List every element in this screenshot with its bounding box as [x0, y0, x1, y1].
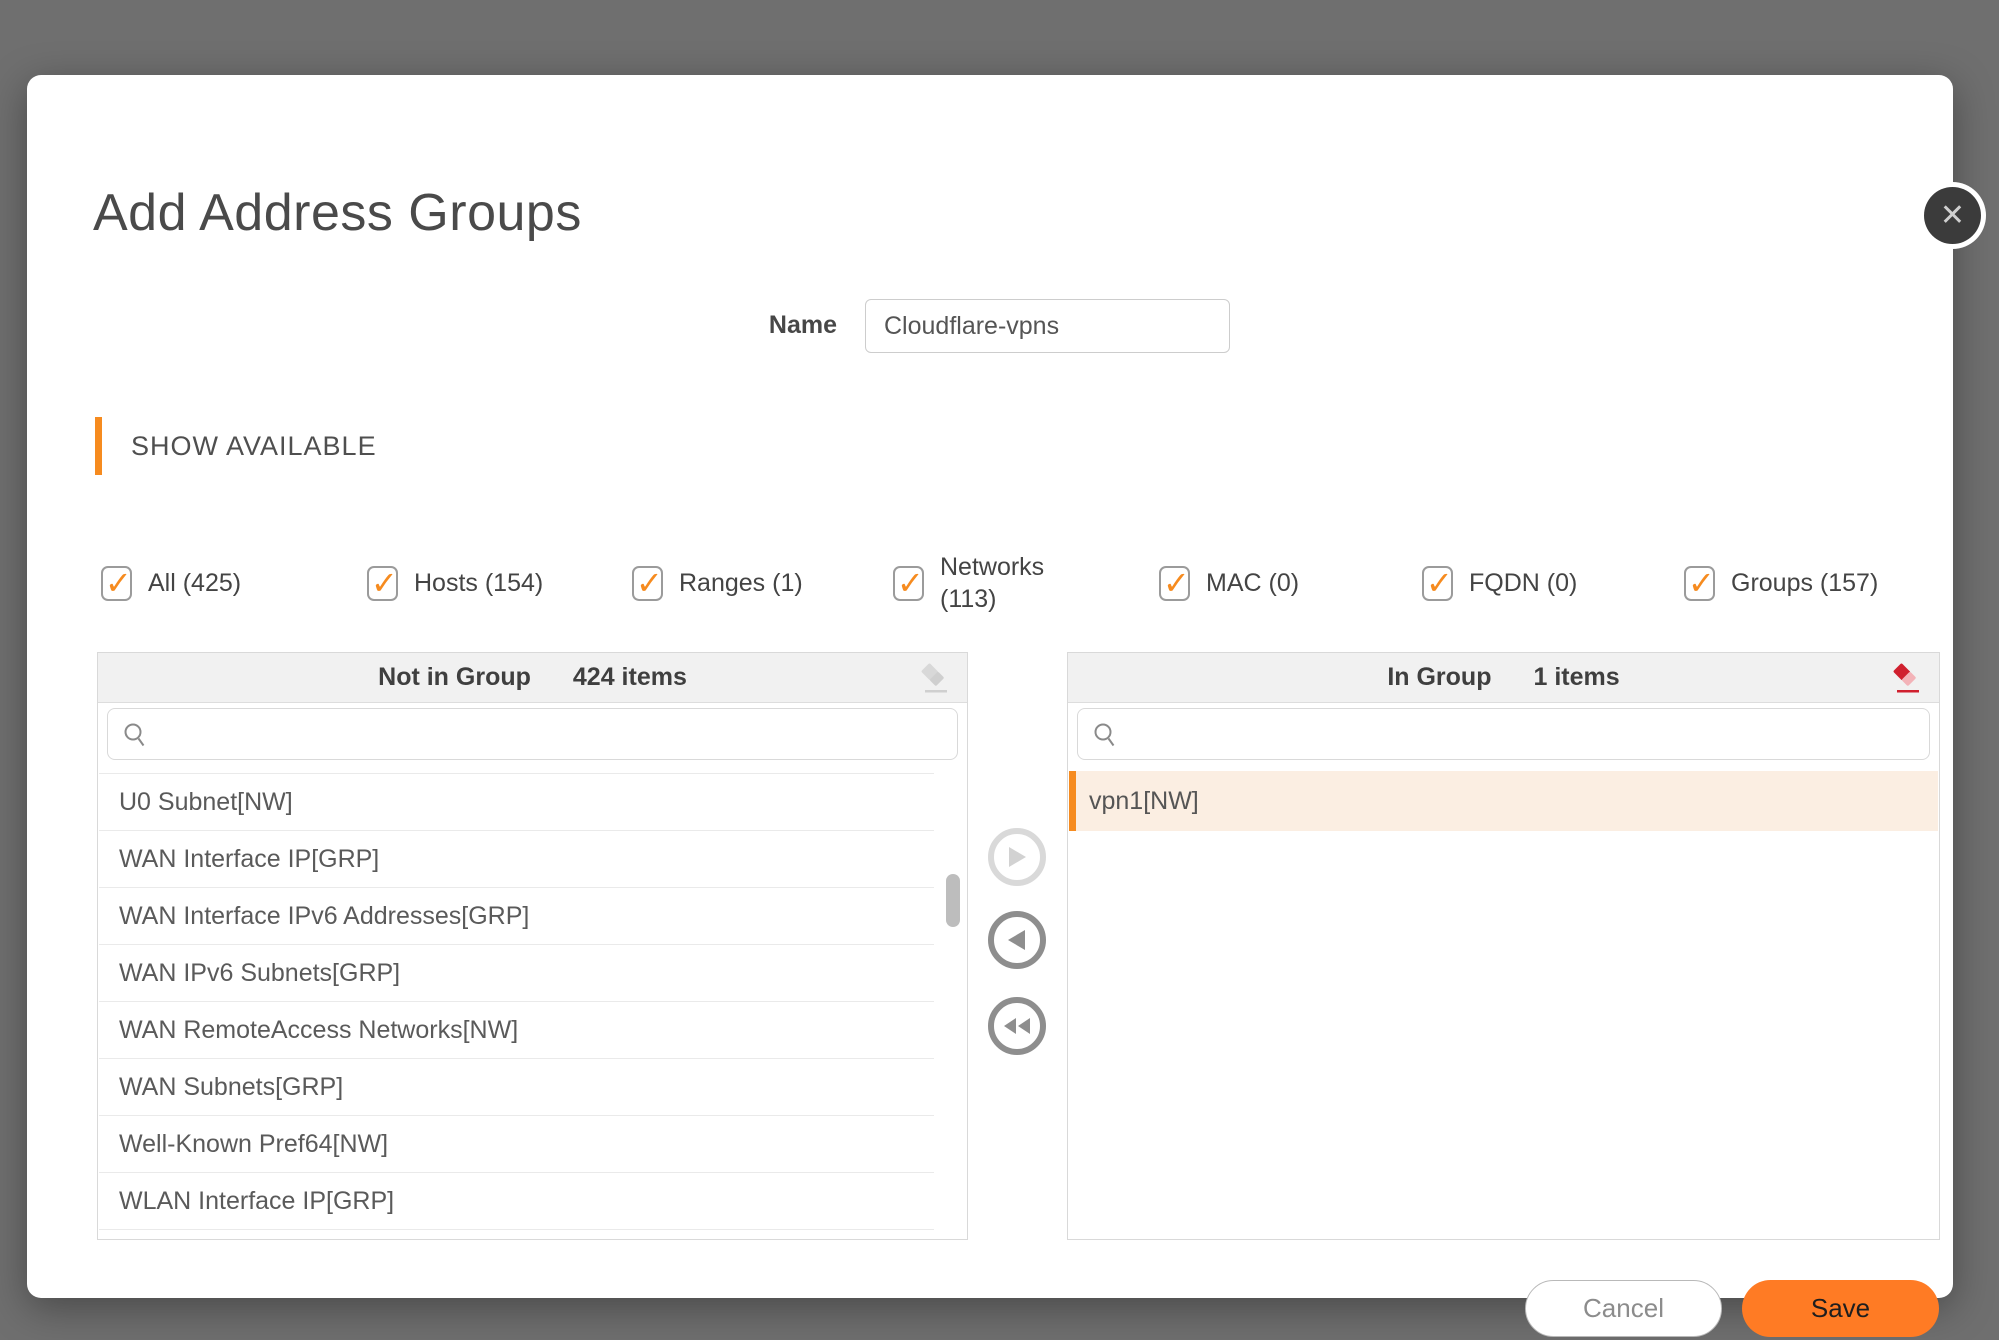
checkbox-checked-icon[interactable]: ✓: [632, 566, 663, 601]
filter-checkbox-ranges[interactable]: ✓ Ranges (1): [632, 543, 803, 623]
name-label: Name: [667, 311, 837, 340]
filter-label: FQDN (0): [1469, 567, 1577, 600]
checkbox-checked-icon[interactable]: ✓: [367, 566, 398, 601]
checkbox-checked-icon[interactable]: ✓: [1422, 566, 1453, 601]
section-title: SHOW AVAILABLE: [131, 431, 377, 462]
list-item[interactable]: WAN Subnets[GRP]: [99, 1059, 934, 1116]
list-item[interactable]: U0 Subnet[NW]: [99, 774, 934, 831]
filter-checkbox-mac[interactable]: ✓ MAC (0): [1159, 543, 1299, 623]
list-item[interactable]: WAN IPv6 Subnets[GRP]: [99, 945, 934, 1002]
not-in-group-list: U0 Subnet[NW] WAN Interface IP[GRP] WAN …: [99, 773, 934, 1230]
group-name-input[interactable]: [865, 299, 1230, 353]
item-count: 424 items: [573, 663, 687, 692]
filter-checkbox-all[interactable]: ✓ All (425): [101, 543, 241, 623]
checkbox-checked-icon[interactable]: ✓: [893, 566, 924, 601]
cancel-button[interactable]: Cancel: [1525, 1280, 1722, 1337]
filter-label: Hosts (154): [414, 567, 543, 600]
list-item[interactable]: WAN Interface IPv6 Addresses[GRP]: [99, 888, 934, 945]
move-to-group-button[interactable]: [988, 828, 1046, 886]
clear-group-eraser-icon[interactable]: [1889, 661, 1923, 697]
filter-label: MAC (0): [1206, 567, 1299, 600]
not-in-group-header: Not in Group 424 items: [98, 653, 967, 703]
dialog-title: Add Address Groups: [93, 183, 582, 243]
checkbox-checked-icon[interactable]: ✓: [1684, 566, 1715, 601]
checkbox-checked-icon[interactable]: ✓: [1159, 566, 1190, 601]
search-icon: [122, 721, 149, 748]
checkbox-checked-icon[interactable]: ✓: [101, 566, 132, 601]
search-icon: [1092, 721, 1119, 748]
filter-label: Networks (113): [940, 551, 1060, 616]
in-group-list: vpn1[NW]: [1069, 771, 1938, 831]
filter-label: Groups (157): [1731, 567, 1878, 600]
in-group-header: In Group 1 items: [1068, 653, 1939, 703]
modal-overlay: ✕ Add Address Groups Name SHOW AVAILABLE…: [0, 0, 1999, 1340]
list-item[interactable]: WLAN Interface IP[GRP]: [99, 1173, 934, 1230]
filter-checkbox-groups[interactable]: ✓ Groups (157): [1684, 543, 1878, 623]
filter-checkbox-fqdn[interactable]: ✓ FQDN (0): [1422, 543, 1577, 623]
close-button[interactable]: ✕: [1924, 187, 1981, 244]
list-scrollbar[interactable]: [946, 874, 960, 927]
remove-from-group-button[interactable]: [988, 911, 1046, 969]
close-icon: ✕: [1940, 201, 1965, 231]
not-in-group-panel: Not in Group 424 items: [97, 652, 968, 1240]
filter-label: All (425): [148, 567, 241, 600]
arrow-right-icon: [1007, 846, 1027, 868]
save-button[interactable]: Save: [1742, 1280, 1939, 1337]
double-arrow-left-icon: [1002, 1016, 1032, 1036]
filter-label: Ranges (1): [679, 567, 803, 600]
show-available-section: SHOW AVAILABLE: [95, 417, 377, 475]
panel-title: Not in Group: [378, 663, 531, 692]
in-group-panel: In Group 1 items: [1067, 652, 1940, 1240]
in-group-search: [1077, 708, 1930, 760]
section-accent-bar: [95, 417, 102, 475]
list-item[interactable]: WAN RemoteAccess Networks[NW]: [99, 1002, 934, 1059]
arrow-left-icon: [1007, 929, 1027, 951]
item-count: 1 items: [1533, 663, 1619, 692]
search-input[interactable]: [1129, 709, 1929, 759]
selected-list-item[interactable]: vpn1[NW]: [1069, 771, 1938, 831]
add-address-groups-dialog: ✕ Add Address Groups Name SHOW AVAILABLE…: [27, 75, 1953, 1298]
search-input[interactable]: [159, 709, 957, 759]
list-item[interactable]: WAN Interface IP[GRP]: [99, 831, 934, 888]
filter-checkbox-hosts[interactable]: ✓ Hosts (154): [367, 543, 543, 623]
panel-title: In Group: [1387, 663, 1491, 692]
remove-all-from-group-button[interactable]: [988, 997, 1046, 1055]
filter-checkbox-networks[interactable]: ✓ Networks (113): [893, 543, 1060, 623]
not-in-group-search: [107, 708, 958, 760]
list-item[interactable]: Well-Known Pref64[NW]: [99, 1116, 934, 1173]
clear-selection-eraser-icon[interactable]: [917, 661, 951, 697]
